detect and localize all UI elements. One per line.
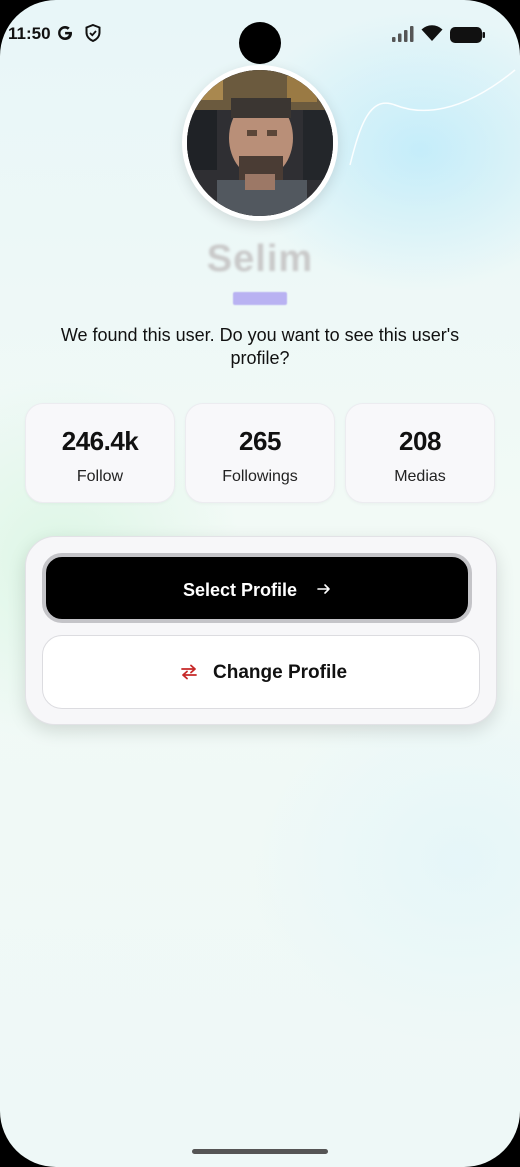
home-indicator[interactable] — [192, 1149, 328, 1154]
battery-icon — [450, 27, 485, 43]
profile-avatar-frame — [182, 65, 338, 221]
status-time: 11:50 — [8, 24, 51, 43]
shield-icon — [85, 24, 101, 42]
confirmation-prompt: We found this user. Do you want to see t… — [60, 325, 460, 368]
stat-value: 246.4k — [61, 426, 139, 456]
stat-value: 265 — [239, 426, 281, 456]
avatar — [187, 70, 333, 216]
profile-name: Selim — [206, 238, 314, 280]
avatar-image — [187, 70, 333, 216]
wifi-icon — [421, 25, 443, 41]
stat-card-medias: 208 Medias — [345, 403, 495, 503]
stat-label: Medias — [394, 468, 446, 485]
select-profile-label: Select Profile — [182, 580, 298, 600]
profile-stats: 246.4k Follow 265 Followings 208 Medias — [25, 403, 495, 503]
front-camera — [239, 22, 281, 64]
swap-icon — [181, 664, 197, 680]
stat-value: 208 — [399, 426, 441, 456]
action-panel: Select Profile Change Profile — [25, 536, 497, 725]
stat-label: Followings — [222, 468, 298, 485]
signal-icon — [392, 26, 414, 42]
change-profile-button[interactable]: Change Profile — [42, 635, 480, 709]
google-icon — [58, 26, 72, 40]
change-profile-label: Change Profile — [213, 662, 348, 683]
stat-card-followings: 265 Followings — [185, 403, 335, 503]
stat-card-follow: 246.4k Follow — [25, 403, 175, 503]
phone-screen: 11:50 Selim We found this user. Do you w… — [0, 0, 520, 1167]
profile-username: selim — [233, 292, 287, 305]
select-profile-button[interactable]: Select Profile — [42, 553, 472, 623]
arrow-right-icon — [317, 584, 330, 594]
decorative-curve — [349, 69, 516, 166]
stat-label: Follow — [76, 468, 124, 485]
